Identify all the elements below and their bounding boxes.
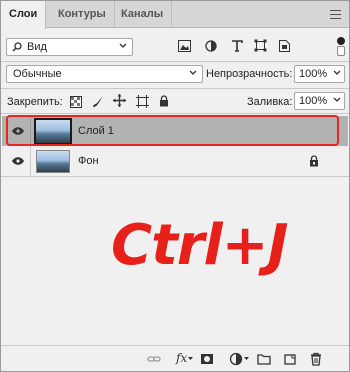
lock-label: Закрепить: [7, 96, 63, 108]
image-filter-icon[interactable] [178, 40, 191, 52]
divider [1, 61, 349, 62]
fill-label: Заливка: [247, 96, 293, 108]
chevron-down-icon [188, 357, 193, 360]
trash-icon[interactable] [309, 352, 323, 366]
eye-icon[interactable] [12, 157, 24, 165]
divider [1, 176, 349, 177]
tab-channels[interactable]: Каналы [113, 1, 173, 28]
opacity-label: Непрозрачность: [206, 68, 293, 80]
fill-value: 100% [299, 95, 328, 107]
divider [1, 88, 349, 89]
chevron-down-icon [244, 357, 249, 360]
opacity-input[interactable]: 100% [294, 65, 345, 83]
divider [1, 113, 349, 114]
layer-thumbnail [36, 150, 70, 173]
layer-kind-filter-select[interactable]: Вид [6, 38, 133, 56]
panel-menu-icon[interactable] [330, 10, 341, 19]
lock-artboard-icon[interactable] [136, 95, 149, 108]
panel-tab-bar: Слои Контуры Каналы [1, 1, 349, 29]
tab-layers[interactable]: Слои [1, 1, 47, 29]
panel-bottom-toolbar: fx [1, 345, 349, 371]
group-folder-icon[interactable] [257, 352, 271, 366]
opacity-value: 100% [299, 68, 328, 80]
chevron-down-icon [333, 70, 341, 75]
fx-icon[interactable]: fx [176, 351, 187, 365]
shortcut-overlay-text: Ctrl+J [111, 213, 288, 278]
lock-position-icon[interactable] [113, 94, 126, 107]
layers-panel: Слои Контуры Каналы Вид Обычные Непрозра… [0, 0, 350, 372]
layer-row-background[interactable]: Фон [2, 146, 348, 176]
search-icon [12, 42, 22, 52]
lock-icon [310, 155, 318, 167]
type-filter-icon[interactable] [231, 40, 243, 52]
link-icon[interactable] [147, 352, 161, 366]
fill-input[interactable]: 100% [294, 92, 345, 110]
layer-kind-filter-label: Вид [27, 41, 47, 53]
chevron-down-icon [119, 43, 127, 48]
shape-filter-icon[interactable] [254, 39, 267, 52]
new-layer-icon[interactable] [283, 352, 297, 366]
filter-toggle-switch[interactable] [337, 37, 345, 56]
mask-icon[interactable] [200, 352, 214, 366]
lock-image-icon[interactable] [92, 95, 104, 108]
blend-mode-value: Обычные [13, 68, 62, 80]
row-divider [30, 146, 31, 176]
blend-mode-select[interactable]: Обычные [6, 65, 203, 83]
layer-name[interactable]: Фон [78, 155, 99, 167]
adjustment-layer-icon[interactable] [229, 352, 243, 366]
lock-all-icon[interactable] [159, 95, 169, 107]
smart-object-filter-icon[interactable] [279, 40, 290, 52]
chevron-down-icon [333, 97, 341, 102]
tab-paths[interactable]: Контуры [50, 1, 115, 28]
selection-highlight [6, 115, 339, 146]
chevron-down-icon [189, 70, 197, 75]
lock-transparent-icon[interactable] [70, 96, 82, 108]
adjustment-filter-icon[interactable] [205, 40, 217, 52]
